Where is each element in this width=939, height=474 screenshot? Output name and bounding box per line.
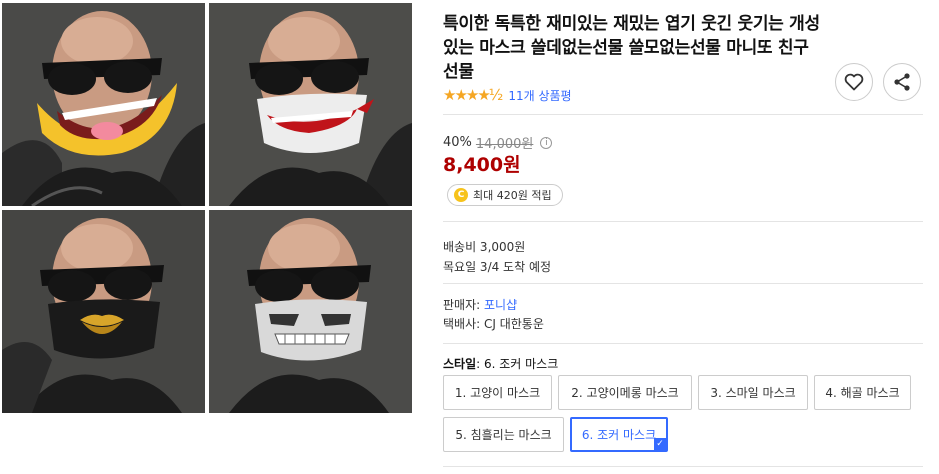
divider	[443, 114, 923, 115]
product-image-gallery[interactable]	[2, 3, 412, 413]
product-image-skull-mask[interactable]	[209, 210, 412, 413]
share-button[interactable]	[883, 63, 921, 101]
seller-label: 판매자:	[443, 298, 484, 312]
divider	[443, 283, 923, 284]
favorite-button[interactable]	[835, 63, 873, 101]
product-image-lips-mask[interactable]	[2, 210, 205, 413]
option-selected-value: : 6. 조커 마스크	[476, 357, 559, 371]
reward-text: 최대 420원 적립	[473, 189, 552, 202]
divider	[443, 343, 923, 344]
divider	[443, 221, 923, 222]
product-title: 특이한 독특한 재미있는 재밌는 엽기 웃긴 웃기는 개성있는 마스크 쓸데없는…	[443, 14, 820, 82]
style-option-cat-tongue[interactable]: 2. 고양이메롱 마스크	[558, 375, 692, 410]
seller-row: 판매자: 포니샵	[443, 296, 517, 313]
coin-icon: C	[454, 188, 468, 202]
rating-stars: ★★★★½	[443, 86, 503, 104]
delivery-eta: 목요일 3/4 도착 예정	[443, 260, 552, 274]
style-option-smile[interactable]: 3. 스마일 마스크	[698, 375, 808, 410]
info-icon[interactable]: i	[540, 136, 553, 149]
product-image-smile-mask[interactable]	[2, 3, 205, 206]
review-count-link[interactable]: 11개 상품평	[508, 87, 571, 104]
rating-summary[interactable]: ★★★★½ 11개 상품평	[443, 86, 572, 104]
option-label: 스타일: 6. 조커 마스크	[443, 355, 558, 372]
reward-badge: C 최대 420원 적립	[447, 184, 563, 206]
shipping-fee: 배송비 3,000원	[443, 240, 526, 254]
style-option-skull[interactable]: 4. 해골 마스크	[814, 375, 911, 410]
discount-rate: 40%	[443, 135, 472, 150]
divider	[443, 466, 923, 467]
style-option-drool[interactable]: 5. 침흘리는 마스크	[443, 417, 564, 452]
seller-name-link[interactable]: 포니샵	[484, 298, 517, 312]
check-icon: ✓	[654, 438, 666, 450]
option-name: 스타일	[443, 357, 477, 371]
style-option-joker-label: 6. 조커 마스크	[581, 428, 657, 442]
style-option-joker[interactable]: 6. 조커 마스크 ✓	[570, 417, 668, 452]
sale-price: 8,400원	[443, 154, 521, 176]
product-image-joker-mask[interactable]	[209, 3, 412, 206]
share-icon	[894, 73, 910, 91]
courier-info: 택배사: CJ 대한통운	[443, 317, 544, 331]
heart-icon	[844, 73, 864, 91]
style-option-cat[interactable]: 1. 고양이 마스크	[443, 375, 552, 410]
